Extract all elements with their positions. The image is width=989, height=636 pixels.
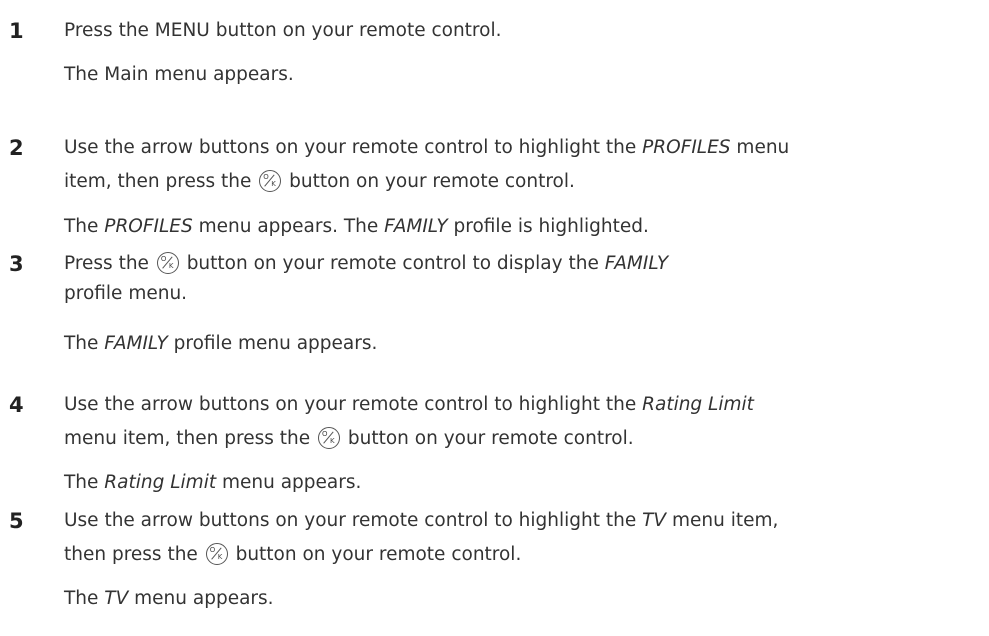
step-instruction-line-2: menu item, then press the OK button on y… (64, 426, 634, 452)
step-instruction: Press the MENU button on your remote con… (64, 18, 501, 44)
step-result: The TV menu appears. (64, 586, 274, 612)
text-run: profile menu appears. (167, 333, 378, 354)
step-instruction-line-1: Use the arrow buttons on your remote con… (64, 135, 789, 161)
text-run: profile menu. (64, 283, 188, 304)
ok-button-icon: OK (317, 427, 340, 449)
step-instruction-line-1: Use the arrow buttons on your remote con… (64, 508, 778, 534)
text-run: button on your remote control to display… (180, 253, 605, 274)
menu-item-name: TV (642, 510, 667, 531)
text-run: menu item, then press the (64, 428, 316, 449)
text-run: menu appears. (128, 588, 274, 609)
text-run: Press the MENU button on your remote con… (64, 20, 502, 41)
text-run: The (64, 333, 105, 354)
step-instruction-line-2: profile menu. (64, 281, 187, 307)
step-result: The FAMILY profile menu appears. (64, 331, 377, 357)
text-run: button on your remote control. (283, 171, 575, 192)
step-number: 5 (9, 509, 24, 533)
menu-item-name: Rating Limit (642, 394, 754, 415)
step-result: The Main menu appears. (64, 62, 294, 88)
text-run: menu appears. (216, 472, 362, 493)
text-run: button on your remote control. (229, 544, 522, 565)
text-run: menu (730, 137, 790, 158)
step-instruction-line-2: then press the OK button on your remote … (64, 542, 521, 568)
step-instruction-line-2: item, then press the OK button on your r… (64, 169, 575, 195)
step-instruction-line-1: Press the OK button on your remote contr… (64, 251, 668, 277)
step-result: The PROFILES menu appears. The FAMILY pr… (64, 214, 649, 240)
step-number: 1 (9, 19, 24, 43)
text-run: button on your remote control. (341, 428, 634, 449)
step-number: 2 (9, 136, 24, 160)
text-run: Use the arrow buttons on your remote con… (64, 137, 643, 158)
menu-item-name: FAMILY (604, 253, 669, 274)
text-run: The (64, 472, 105, 493)
menu-item-name: FAMILY (384, 216, 448, 237)
text-run: item, then press the (64, 171, 258, 192)
text-run: Press the (64, 253, 155, 274)
text-run: then press the (64, 544, 204, 565)
text-run: menu appears. The (192, 216, 385, 237)
ok-button-icon: OK (156, 252, 179, 274)
ok-button-icon: OK (259, 170, 282, 192)
menu-item-name: PROFILES (104, 216, 193, 237)
text-run: Use the arrow buttons on your remote con… (64, 394, 643, 415)
step-result: The Rating Limit menu appears. (64, 470, 361, 496)
menu-item-name: TV (104, 588, 129, 609)
menu-item-name: Rating Limit (104, 472, 217, 493)
menu-item-name: FAMILY (104, 333, 168, 354)
menu-item-name: PROFILES (642, 137, 731, 158)
ok-button-icon: OK (205, 543, 228, 565)
text-run: menu item, (666, 510, 779, 531)
step-number: 4 (9, 393, 24, 417)
step-number: 3 (9, 252, 24, 276)
text-run: The Main menu appears. (64, 64, 294, 85)
text-run: The (64, 588, 105, 609)
text-run: profile is highlighted. (447, 216, 649, 237)
text-run: Use the arrow buttons on your remote con… (64, 510, 643, 531)
step-instruction-line-1: Use the arrow buttons on your remote con… (64, 392, 754, 418)
text-run: The (64, 216, 105, 237)
